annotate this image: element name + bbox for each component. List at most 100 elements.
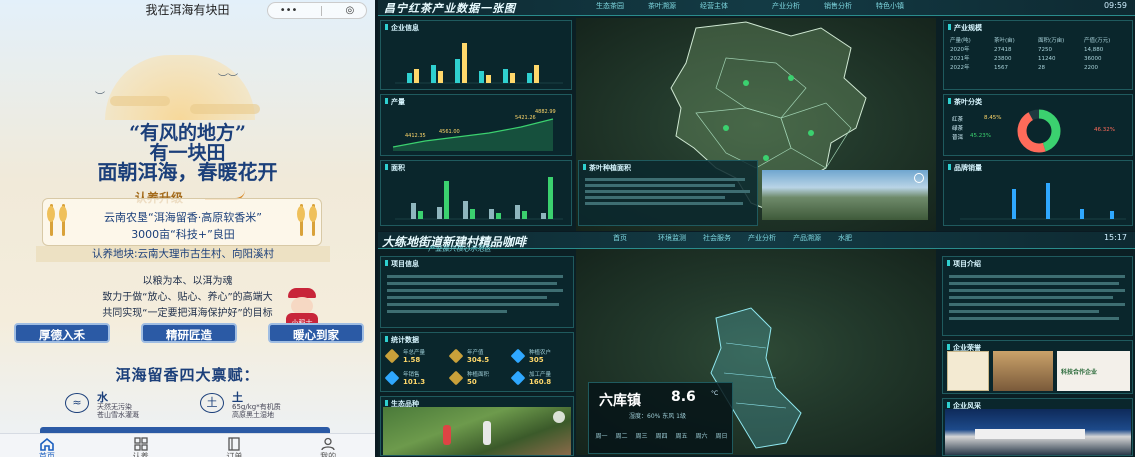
more-icon[interactable]: •••: [280, 5, 298, 16]
table-header-row: 产量(吨) 茶叶(亩) 面积(万亩) 产值(万元): [950, 38, 1111, 44]
percent-label: 46.32%: [1094, 127, 1115, 133]
map-marker[interactable]: [763, 155, 769, 161]
output-line-chart: 4412.35 4561.00 5421.26 4882.99: [392, 109, 556, 151]
tab-orders[interactable]: 订单: [204, 434, 264, 457]
capsule-divider: [320, 5, 322, 16]
coffee-village-dashboard: 大练地街道新建村精品咖啡 首页 环境监测 社会服务 产业分析 产品溯源 水肥 1…: [378, 232, 1135, 457]
fullscreen-icon[interactable]: [914, 173, 924, 183]
stat-value: 101.3: [403, 378, 426, 386]
nav-item-4[interactable]: 产业分析: [772, 1, 800, 11]
percent-label: 8.45%: [984, 115, 1002, 121]
percent-label: 45.23%: [970, 133, 991, 139]
area-bar-chart: [395, 177, 563, 220]
person-figure: [443, 425, 451, 445]
weather-info: 湿度：60% 东风 1级: [629, 413, 686, 420]
nav-item-4[interactable]: 产业分析: [748, 233, 776, 243]
pill-button-1[interactable]: 厚德入禾: [14, 323, 110, 343]
cloud-decoration: [190, 104, 260, 114]
tab-adopt[interactable]: 认养: [111, 434, 171, 457]
table-row: 2022年 1567 28 2200: [950, 65, 1098, 71]
nav-item-2[interactable]: 茶叶溯源: [648, 1, 676, 11]
panel-title: 茶叶种植面积: [583, 163, 631, 173]
pill-button-2[interactable]: 精研匠造: [141, 323, 237, 343]
play-icon[interactable]: [553, 411, 565, 423]
panel-ecology-photo: 生态品种: [380, 396, 574, 456]
panel-statistics: 统计数据 年总产量 1.58 年产值 304.5 种植农户 305 年销售 101.3 …: [380, 332, 574, 392]
weather-card: 六库镇 8.6 °C 湿度：60% 东风 1级 周一 周二 周三 周四 周五 周…: [588, 382, 733, 454]
panel-enterprise: 企业信息: [380, 20, 572, 90]
tab-label: 我的: [320, 452, 337, 457]
water-icon: ≈: [65, 393, 89, 413]
panel-title: 项目介绍: [947, 259, 981, 269]
panel-area: 面积: [380, 160, 572, 226]
weekday-label: 周日: [715, 433, 728, 440]
stat-item: 种植面积 50: [448, 369, 513, 389]
nav-item-2[interactable]: 环境监测: [658, 233, 686, 243]
pill-button-3[interactable]: 暖心到家: [268, 323, 364, 343]
nav-item-5[interactable]: 销售分析: [824, 1, 852, 11]
home-icon: [40, 437, 54, 451]
product-area: 3000亩“科技+”良田: [131, 228, 235, 241]
nav-item-1[interactable]: 生态茶园: [596, 1, 624, 11]
stat-value: 160.8: [529, 378, 552, 386]
legend-item: 普洱: [952, 135, 964, 141]
stat-label: 年总产量: [403, 350, 426, 356]
wheat-icon: [297, 204, 305, 236]
mission-line-1: 以粮为本、以洱为魂: [142, 276, 233, 287]
panel-title: 面积: [385, 163, 405, 173]
feature-soil: 土 土 65g/kg*有机质 高原黑土湿地: [200, 389, 320, 421]
tab-profile[interactable]: 我的: [298, 434, 358, 457]
nav-item-6[interactable]: 水肥: [838, 233, 852, 243]
nav-item-1[interactable]: 首页: [613, 233, 627, 243]
grid-icon: [133, 437, 148, 451]
person-figure: [483, 421, 491, 445]
soil-icon: 土: [200, 393, 224, 413]
intro-text-block: [949, 271, 1129, 324]
stat-value: 304.5: [467, 356, 490, 364]
panel-brand-sales: 品牌销量: [943, 160, 1133, 226]
dashboard-header: 大练地街道新建村精品咖啡 首页 环境监测 社会服务 产业分析 产品溯源 水肥 1…: [378, 232, 1135, 249]
stat-icon: [510, 370, 526, 386]
farm-workers-photo[interactable]: [383, 407, 571, 455]
tab-home[interactable]: 首页: [17, 434, 77, 457]
map-marker[interactable]: [743, 80, 749, 86]
stat-item: 年产值 304.5: [448, 347, 513, 367]
panel-title: 产量: [385, 97, 405, 107]
close-icon[interactable]: ◎: [345, 5, 354, 16]
stat-label: 加工产量: [529, 372, 552, 378]
table-row: 2020年 27418 7250 14,880: [950, 47, 1104, 53]
bottom-tab-bar: 首页 认养 订单 我的: [0, 433, 375, 457]
adoption-address: 认养地块:云南大理市古生村、向阳溪村: [36, 246, 330, 262]
map-marker[interactable]: [808, 130, 814, 136]
stat-label: 种植农户: [529, 350, 552, 356]
map-marker[interactable]: [788, 75, 794, 81]
panel-certificates: 企业荣誉 科技合作企业: [942, 340, 1133, 394]
stat-icon: [384, 348, 400, 364]
dashboard-title: 昌宁红茶产业数据一张图: [384, 2, 516, 15]
nav-item-5[interactable]: 产品溯源: [793, 233, 821, 243]
product-name: 云南农垦“洱海留香·高原软香米”: [104, 211, 262, 224]
weekday-label: 周四: [655, 433, 668, 440]
four-endowments-title: 洱海留香四大禀赋：: [115, 366, 260, 384]
office-photo[interactable]: [993, 351, 1053, 391]
panel-output: 产量 4412.35 4561.00 5421.26 4882.99: [380, 94, 572, 156]
capsule-menu[interactable]: ••• ◎: [267, 2, 367, 19]
panel-title: 品牌销量: [948, 163, 982, 173]
feature-desc-2: 苍山雪水灌溉: [97, 411, 139, 419]
nav-item-3[interactable]: 经营主体: [700, 1, 728, 11]
building-photo[interactable]: [945, 409, 1131, 455]
certificate-image[interactable]: [947, 351, 989, 391]
nav-item-3[interactable]: 社会服务: [703, 233, 731, 243]
project-text-block: [387, 271, 567, 317]
value-pill-row: 厚德入禾 精研匠造 暖心到家: [14, 323, 364, 343]
map-marker[interactable]: [723, 125, 729, 131]
stat-label: 年销售: [403, 372, 420, 378]
nav-item-6[interactable]: 特色小镇: [876, 1, 904, 11]
cooperation-plaque[interactable]: 科技合作企业: [1057, 351, 1130, 391]
panel-title: 企业信息: [385, 23, 419, 33]
clock-display: 15:17: [1103, 233, 1127, 242]
panel-title: 项目信息: [385, 259, 419, 269]
product-card[interactable]: 云南农垦“洱海留香·高原软香米” 3000亩“科技+”良田: [42, 198, 322, 246]
panel-industry-scale: 产业规模 产量(吨) 茶叶(亩) 面积(万亩) 产值(万元) 2020年 27418 72…: [943, 20, 1133, 90]
tea-garden-photo[interactable]: [762, 170, 928, 220]
